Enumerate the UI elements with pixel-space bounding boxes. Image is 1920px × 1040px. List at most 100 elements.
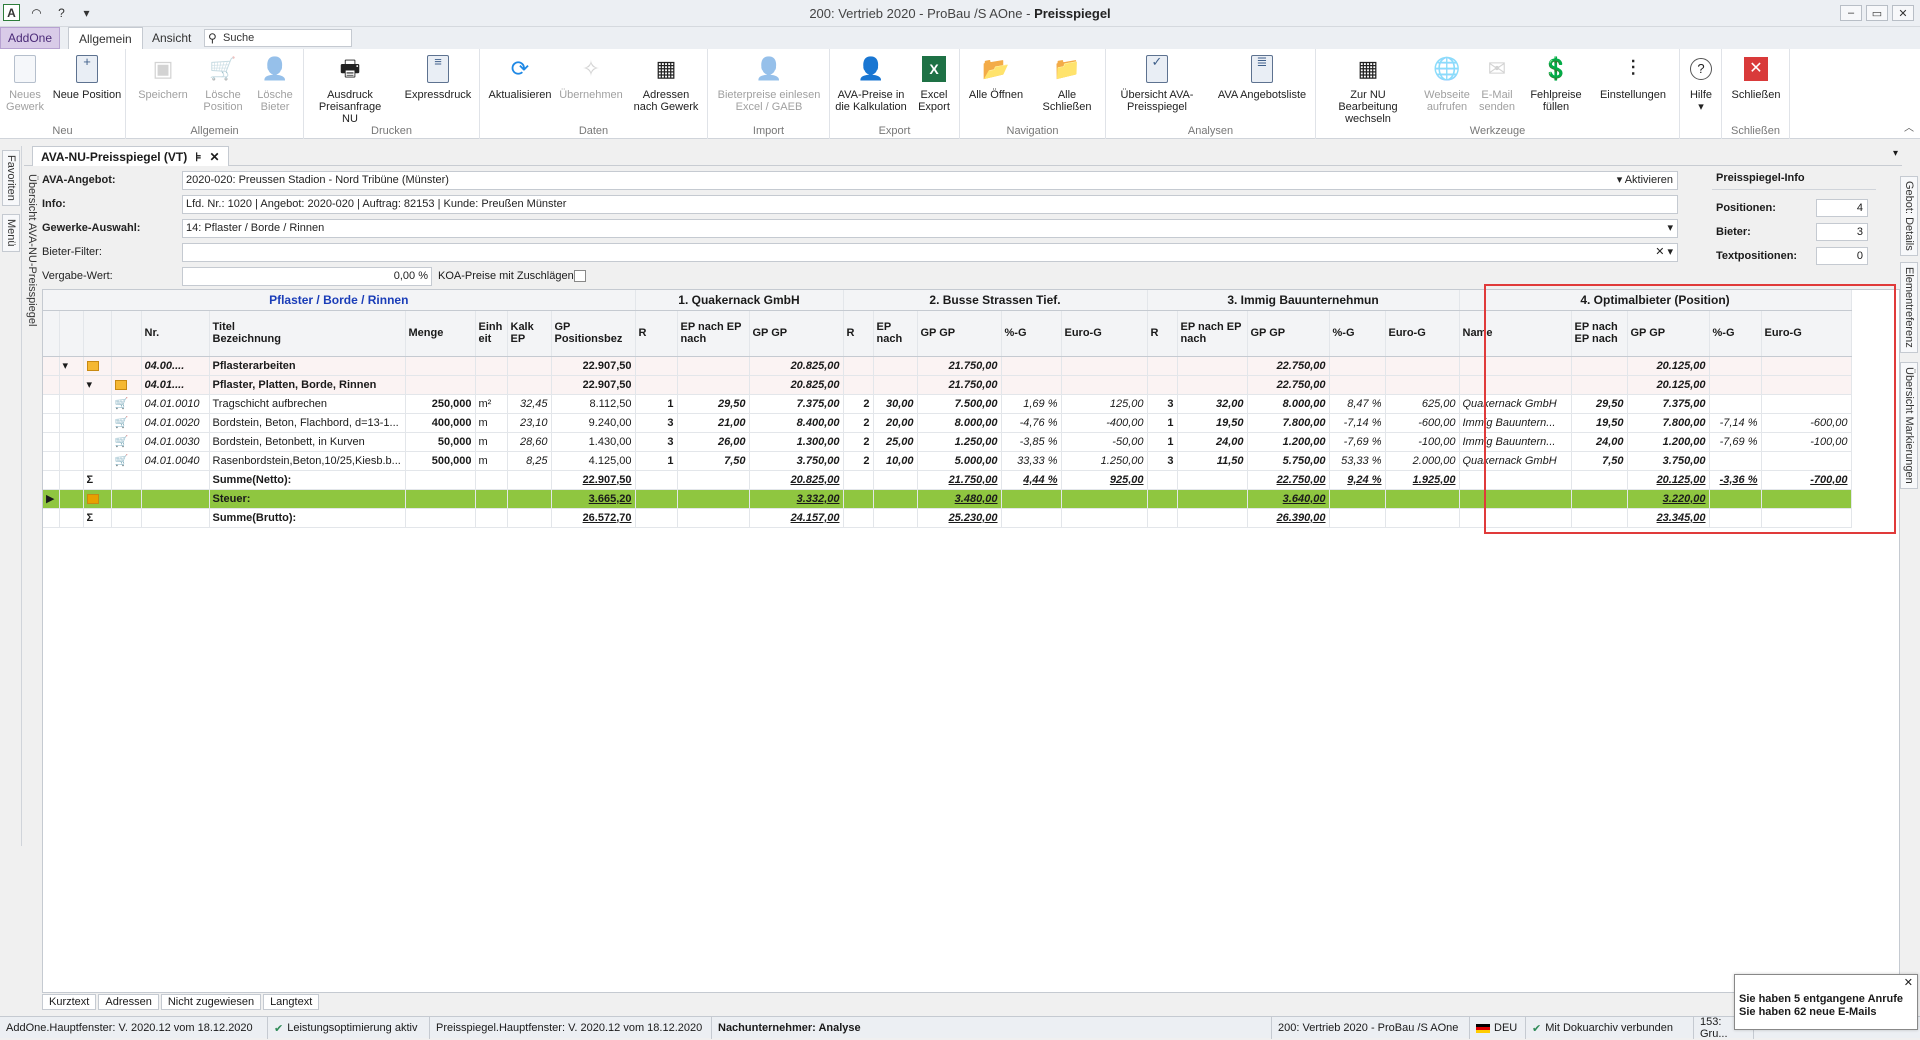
sum-row[interactable]: Σ Summe(Netto): 22.907,50 20.825,00 21.750,0… — [43, 470, 1852, 490]
expressdruck-button[interactable]: ≡ Expressdruck — [402, 53, 474, 101]
bieter-filter-input[interactable]: ✕ ▾ — [182, 242, 1678, 262]
ausdruck-button[interactable]: 🖶 Ausdruck Preisanfrage NU — [310, 53, 390, 126]
gewerke-select[interactable]: 14: Pflaster / Borde / Rinnen ▾ — [182, 218, 1678, 238]
check-icon: ✔ — [274, 1022, 284, 1035]
oeg-cell: -700,00 — [1761, 470, 1852, 490]
group-row[interactable]: ▾ 04.01.... Pflaster, Platten, Borde, Rinn… — [43, 375, 1852, 395]
group-row[interactable]: ▾ 04.00.... Pflasterarbeiten 22.907,50 20.82… — [43, 356, 1852, 376]
zur-nu-button[interactable]: ▦ Zur NU Bearbeitung wechseln — [1320, 53, 1416, 126]
table-row[interactable]: 🛒 04.01.0020 Bordstein, Beton, Flachbord, … — [43, 413, 1852, 433]
schliessen-button[interactable]: ✕ Schließen — [1728, 53, 1784, 101]
col-header-kalk[interactable]: Kalk EP — [507, 310, 552, 357]
hilfe-button[interactable]: ? Hilfe ▾ — [1682, 53, 1720, 113]
price-comparison-grid[interactable]: Pflaster / Borde / Rinnen 1. Quakernack … — [42, 289, 1900, 993]
ava-preise-button[interactable]: 👤 AVA-Preise in die Kalkulation — [834, 53, 908, 114]
tab-addone[interactable]: AddOne — [0, 27, 60, 49]
collapse-ribbon-icon[interactable]: ︿ — [1904, 119, 1914, 134]
tab-markierungen[interactable]: Übersicht Markierungen — [1900, 362, 1918, 489]
col-header-einheit[interactable]: Einh eit — [475, 310, 508, 357]
collapse-icon[interactable]: ▾ — [87, 379, 93, 391]
col-header-gp[interactable]: GP GP — [917, 310, 1002, 357]
excel-export-button[interactable]: X Excel Export — [912, 53, 956, 113]
koa-checkbox[interactable] — [574, 270, 586, 282]
col-header-nr[interactable]: Nr. — [141, 310, 210, 357]
tab-kurztext[interactable]: Kurztext — [42, 994, 97, 1010]
col-header-ep[interactable]: EP nach EP nach — [677, 310, 750, 357]
clear-filter-icon[interactable]: ✕ ▾ — [1655, 244, 1673, 261]
col-header-gp[interactable]: GP GP — [1247, 310, 1330, 357]
col-header-eg[interactable]: Euro-G — [1761, 310, 1852, 357]
neues-gewerk-button[interactable]: Neues Gewerk — [4, 53, 46, 113]
collapse-icon[interactable]: ▾ — [63, 360, 69, 372]
table-row[interactable]: 🛒 04.01.0040 Rasenbordstein,Beton,10/25,Ki… — [43, 451, 1852, 471]
aktivieren-button[interactable]: ▾ Aktivieren — [1617, 172, 1673, 189]
alle-schliessen-button[interactable]: 📁 Alle Schließen — [1032, 53, 1102, 114]
close-tab-icon[interactable]: ✕ — [210, 150, 220, 164]
tab-allgemein[interactable]: Allgemein — [68, 27, 143, 50]
close-notification-icon[interactable]: ✕ — [1904, 977, 1913, 990]
tab-favoriten[interactable]: Favoriten — [2, 150, 20, 206]
col-header-eg[interactable]: Euro-G — [1385, 310, 1460, 357]
col-header-gp[interactable]: GP GP — [749, 310, 844, 357]
doc-tab-preisspiegel[interactable]: AVA-NU-Preisspiegel (VT) ⊧ ✕ — [32, 146, 229, 166]
type-icon-cell: Σ — [83, 470, 112, 490]
loesche-position-button[interactable]: 🛒 Lösche Position — [200, 53, 246, 114]
tab-menue[interactable]: Menü — [2, 214, 20, 252]
col-header-pg[interactable]: %-G — [1329, 310, 1386, 357]
tab-gebot-details[interactable]: Gebot: Details — [1900, 176, 1918, 256]
col-header-r[interactable]: R — [635, 310, 678, 357]
col-header-pg[interactable]: %-G — [1001, 310, 1062, 357]
col-header-bezeichnung[interactable]: Titel Bezeichnung — [209, 310, 406, 357]
info-bieter: Bieter: 3 — [1716, 222, 1868, 242]
bieterpreise-button[interactable]: 👤 Bieterpreise einlesen Excel / GAEB — [714, 53, 824, 114]
neue-position-button[interactable]: + Neue Position — [52, 53, 122, 101]
opg-cell — [1709, 356, 1762, 376]
webseite-button[interactable]: 🌐 Webseite aufrufen — [1422, 53, 1472, 114]
uebernehmen-button[interactable]: ✧ Übernehmen — [558, 53, 624, 102]
close-window-button[interactable]: ✕ — [1892, 5, 1914, 21]
uebersicht-button[interactable]: ✓ Übersicht AVA-Preisspiegel — [1112, 53, 1202, 113]
row-selector-icon[interactable]: ▶ — [46, 493, 54, 505]
notification-popup[interactable]: ✕ Sie haben 5 entgangene Anrufe Sie habe… — [1734, 974, 1918, 1030]
nr-cell: 04.01.... — [141, 375, 210, 395]
col-header-pg[interactable]: %-G — [1709, 310, 1762, 357]
vergabe-input[interactable]: 0,00 % — [182, 266, 432, 286]
tab-menu-chevron-icon[interactable]: ▾ — [1893, 148, 1898, 159]
col-header-ep[interactable]: EP nach EP nach — [1571, 310, 1628, 357]
oname-cell: Immig Bauuntern... — [1459, 413, 1572, 433]
minimize-button[interactable]: – — [1840, 5, 1862, 21]
sigma-icon: Σ — [86, 511, 94, 524]
tab-ansicht[interactable]: Ansicht — [142, 27, 201, 49]
col-header-r[interactable]: R — [843, 310, 874, 357]
tab-uebersicht-preisspiegel[interactable]: Übersicht AVA-NU-Preisspiegel — [24, 170, 40, 331]
tax-row[interactable]: ▶ Steuer: 3.665,20 3.332,00 3.480,00 3.640,00… — [43, 489, 1852, 509]
table-row[interactable]: 🛒 04.01.0030 Bordstein, Betonbett, in Kurv… — [43, 432, 1852, 452]
aktualisieren-button[interactable]: ⟳ Aktualisieren — [486, 53, 554, 102]
col-header-gp[interactable]: GP GP — [1627, 310, 1710, 357]
email-button[interactable]: ✉ E-Mail senden — [1476, 53, 1518, 114]
col-header-ep[interactable]: EP nach EP nach — [1177, 310, 1248, 357]
ava-angebot-select[interactable]: 2020-020: Preussen Stadion - Nord Tribün… — [182, 170, 1678, 190]
angebotsliste-button[interactable]: ≣ AVA Angebotsliste — [1214, 53, 1310, 101]
tab-nicht-zugewiesen[interactable]: Nicht zugewiesen — [160, 994, 262, 1010]
adressen-button[interactable]: ▦ Adressen nach Gewerk — [630, 53, 702, 114]
pin-icon[interactable]: ⊧ — [195, 150, 201, 164]
einstellungen-button[interactable]: ⫶ Einstellungen — [1592, 53, 1674, 102]
loesche-bieter-button[interactable]: 👤 Lösche Bieter — [252, 53, 298, 114]
search-input[interactable]: ⚲ Suche — [204, 29, 352, 47]
fehlpreise-button[interactable]: 💲 Fehlpreise füllen — [1524, 53, 1588, 114]
table-row[interactable]: 🛒 04.01.0010 Tragschicht aufbrechen 250,000… — [43, 394, 1852, 414]
sum-row[interactable]: Σ Summe(Brutto): 26.572,70 24.157,00 25.230,… — [43, 508, 1852, 528]
tab-adressen[interactable]: Adressen — [98, 994, 159, 1010]
col-header-eg[interactable]: Euro-G — [1061, 310, 1148, 357]
tab-langtext[interactable]: Langtext — [263, 994, 320, 1010]
col-header-name[interactable]: Name — [1459, 310, 1572, 357]
speichern-button[interactable]: ▣ Speichern — [136, 53, 190, 102]
col-header-gp[interactable]: GP Positionsbez — [551, 310, 636, 357]
col-header-ep[interactable]: EP nach — [873, 310, 918, 357]
tab-elementreferenz[interactable]: Elementreferenz — [1900, 262, 1918, 353]
col-header-menge[interactable]: Menge — [405, 310, 476, 357]
maximize-button[interactable]: ▭ — [1866, 5, 1888, 21]
alle-oeffnen-button[interactable]: 📂 Alle Öffnen — [964, 53, 1028, 102]
col-header-r[interactable]: R — [1147, 310, 1178, 357]
